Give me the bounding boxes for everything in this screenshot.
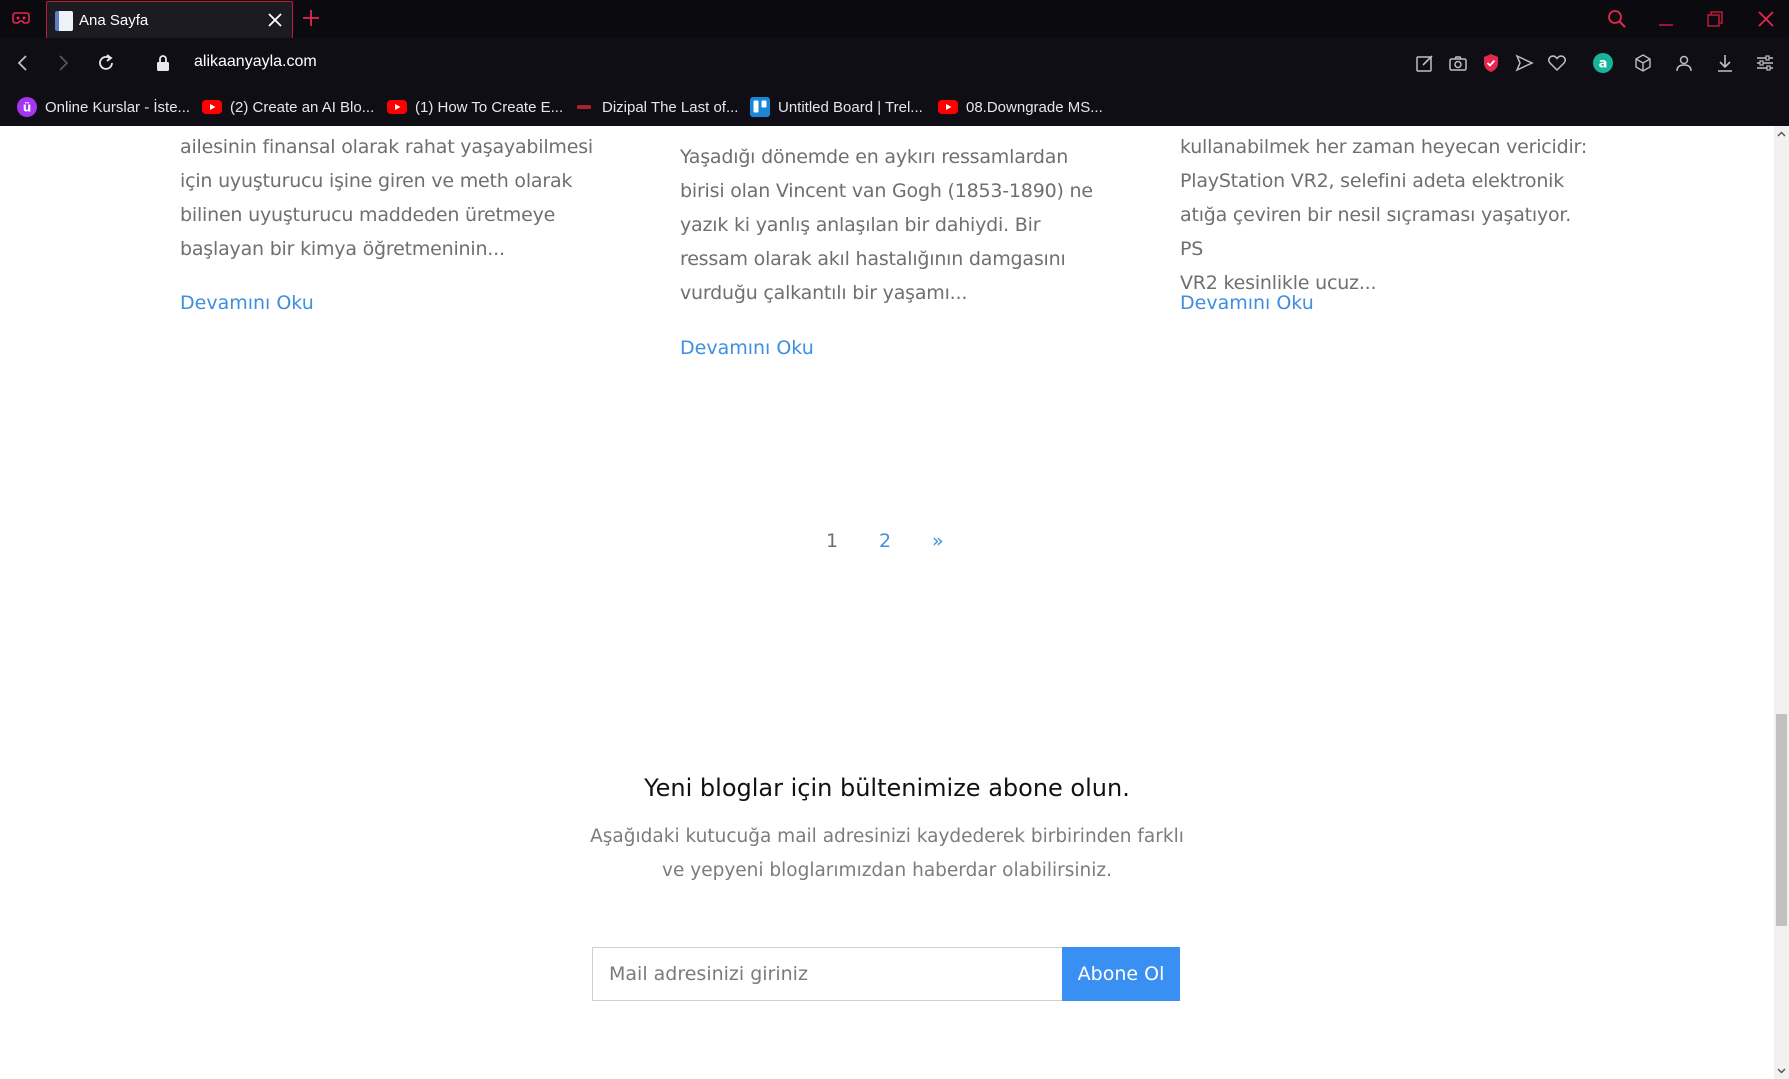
bookmark-youtube-how-to[interactable]: (1) How To Create E...	[387, 94, 563, 120]
excerpt-line: kullanabilmek her zaman heyecan vericidi…	[1180, 136, 1588, 158]
excerpt-line: vurduğu çalkantılı bir yaşamı...	[680, 282, 968, 304]
bookmark-trello[interactable]: Untitled Board | Trel...	[750, 94, 923, 120]
document-favicon-icon	[55, 11, 73, 31]
dizipal-icon	[577, 105, 591, 109]
udemy-icon: ü	[17, 97, 37, 117]
new-tab-plus-icon[interactable]	[301, 8, 321, 28]
pagination: 1 2 »	[0, 530, 1774, 560]
easy-setup-sliders-icon[interactable]	[1754, 52, 1776, 74]
page-current-1: 1	[826, 530, 839, 552]
post-excerpt-van-gogh: Yaşadığı dönemde en aykırı ressamlardan …	[680, 140, 1100, 310]
bookmark-label: 08.Downgrade MS...	[966, 98, 1103, 116]
bookmark-udemy[interactable]: ü Online Kurslar - İste...	[17, 94, 190, 120]
youtube-icon	[938, 100, 958, 114]
bookmark-label: (1) How To Create E...	[415, 98, 564, 116]
trello-icon	[750, 97, 770, 117]
svg-text:a: a	[1599, 57, 1608, 72]
email-input[interactable]	[592, 947, 1062, 1001]
bookmark-label: Online Kurslar - İste...	[45, 98, 191, 116]
scroll-down-arrow-icon[interactable]	[1777, 1066, 1786, 1075]
page-link-2[interactable]: 2	[879, 530, 891, 552]
next-page-link[interactable]: »	[932, 530, 944, 552]
page-viewport: ailesinin finansal olarak rahat yaşayabi…	[0, 126, 1774, 1079]
restore-window-icon[interactable]	[1704, 8, 1726, 30]
read-more-link[interactable]: Devamını Oku	[680, 337, 814, 359]
opera-gx-logo-icon[interactable]	[10, 8, 32, 30]
minimize-window-icon[interactable]	[1655, 8, 1677, 30]
bookmark-dizipal[interactable]: Dizipal The Last of...	[574, 94, 738, 120]
read-more-link[interactable]: Devamını Oku	[180, 292, 314, 314]
excerpt-line: atığa çeviren bir nesil sıçraması yaşatı…	[1180, 204, 1572, 260]
youtube-icon	[387, 100, 407, 114]
read-more-link[interactable]: Devamını Oku	[1180, 292, 1314, 314]
excerpt-line: bilinen uyuşturucu maddeden üretmeye	[180, 204, 556, 226]
bookmark-youtube-ai-blog[interactable]: (2) Create an AI Blo...	[202, 94, 374, 120]
snapshot-edit-icon[interactable]	[1414, 52, 1436, 74]
newsletter-description: Aşağıdaki kutucuğa mail adresinizi kayde…	[590, 826, 1184, 881]
excerpt-line: için uyuşturucu işine giren ve meth olar…	[180, 170, 573, 192]
excerpt-line: ailesinin finansal olarak rahat yaşayabi…	[180, 136, 594, 158]
bookmark-label: Dizipal The Last of...	[602, 98, 739, 116]
url-field[interactable]: alikaanyayla.com	[194, 53, 317, 71]
post-excerpt-playstation-vr2: kullanabilmek her zaman heyecan vericidi…	[1180, 130, 1600, 300]
page-scrollbar[interactable]	[1774, 126, 1789, 1079]
subscribe-button[interactable]: Abone Ol	[1062, 947, 1180, 1001]
browser-tab-bar: Ana Sayfa	[0, 0, 1789, 39]
excerpt-line: birisi olan Vincent van Gogh (1853-1890)…	[680, 180, 1093, 202]
close-window-icon[interactable]	[1755, 8, 1777, 30]
scroll-up-arrow-icon[interactable]	[1777, 130, 1786, 139]
heart-icon[interactable]	[1546, 52, 1568, 74]
post-excerpt-breaking-bad: ailesinin finansal olarak rahat yaşayabi…	[180, 130, 600, 266]
lock-icon[interactable]	[152, 52, 174, 74]
reload-icon[interactable]	[95, 52, 117, 74]
adblock-shield-icon[interactable]	[1480, 52, 1502, 74]
svg-text:ü: ü	[23, 101, 32, 115]
browser-address-bar: alikaanyayla.com a	[0, 38, 1789, 88]
close-tab-icon[interactable]	[266, 11, 284, 29]
search-tabs-icon[interactable]	[1606, 8, 1628, 30]
excerpt-line: ressam olarak akıl hastalığının damgasın…	[680, 248, 1066, 270]
extension-a-icon[interactable]: a	[1592, 52, 1614, 74]
back-arrow-icon[interactable]	[12, 52, 34, 74]
send-icon[interactable]	[1513, 52, 1535, 74]
bookmarks-bar: ü Online Kurslar - İste... (2) Create an…	[0, 88, 1789, 126]
download-icon[interactable]	[1714, 52, 1736, 74]
extensions-cube-icon[interactable]	[1632, 52, 1654, 74]
excerpt-line: başlayan bir kimya öğretmeninin...	[180, 238, 505, 260]
bookmark-youtube-downgrade[interactable]: 08.Downgrade MS...	[938, 94, 1103, 120]
tab-title: Ana Sayfa	[79, 12, 149, 29]
profile-icon[interactable]	[1673, 52, 1695, 74]
forward-arrow-icon[interactable]	[52, 52, 74, 74]
excerpt-line: PlayStation VR2, selefini adeta elektron…	[1180, 170, 1565, 192]
scrollbar-thumb[interactable]	[1776, 714, 1787, 926]
camera-icon[interactable]	[1447, 52, 1469, 74]
bookmark-label: (2) Create an AI Blo...	[230, 98, 375, 116]
newsletter-title: Yeni bloglar için bültenimize abone olun…	[644, 774, 1130, 802]
bookmark-label: Untitled Board | Trel...	[778, 98, 923, 116]
youtube-icon	[202, 100, 222, 114]
excerpt-line: yazık ki yanlış anlaşılan bir dahiydi. B…	[680, 214, 1041, 236]
excerpt-line: Yaşadığı dönemde en aykırı ressamlardan	[680, 146, 1069, 168]
tab-ana-sayfa[interactable]: Ana Sayfa	[46, 1, 293, 39]
